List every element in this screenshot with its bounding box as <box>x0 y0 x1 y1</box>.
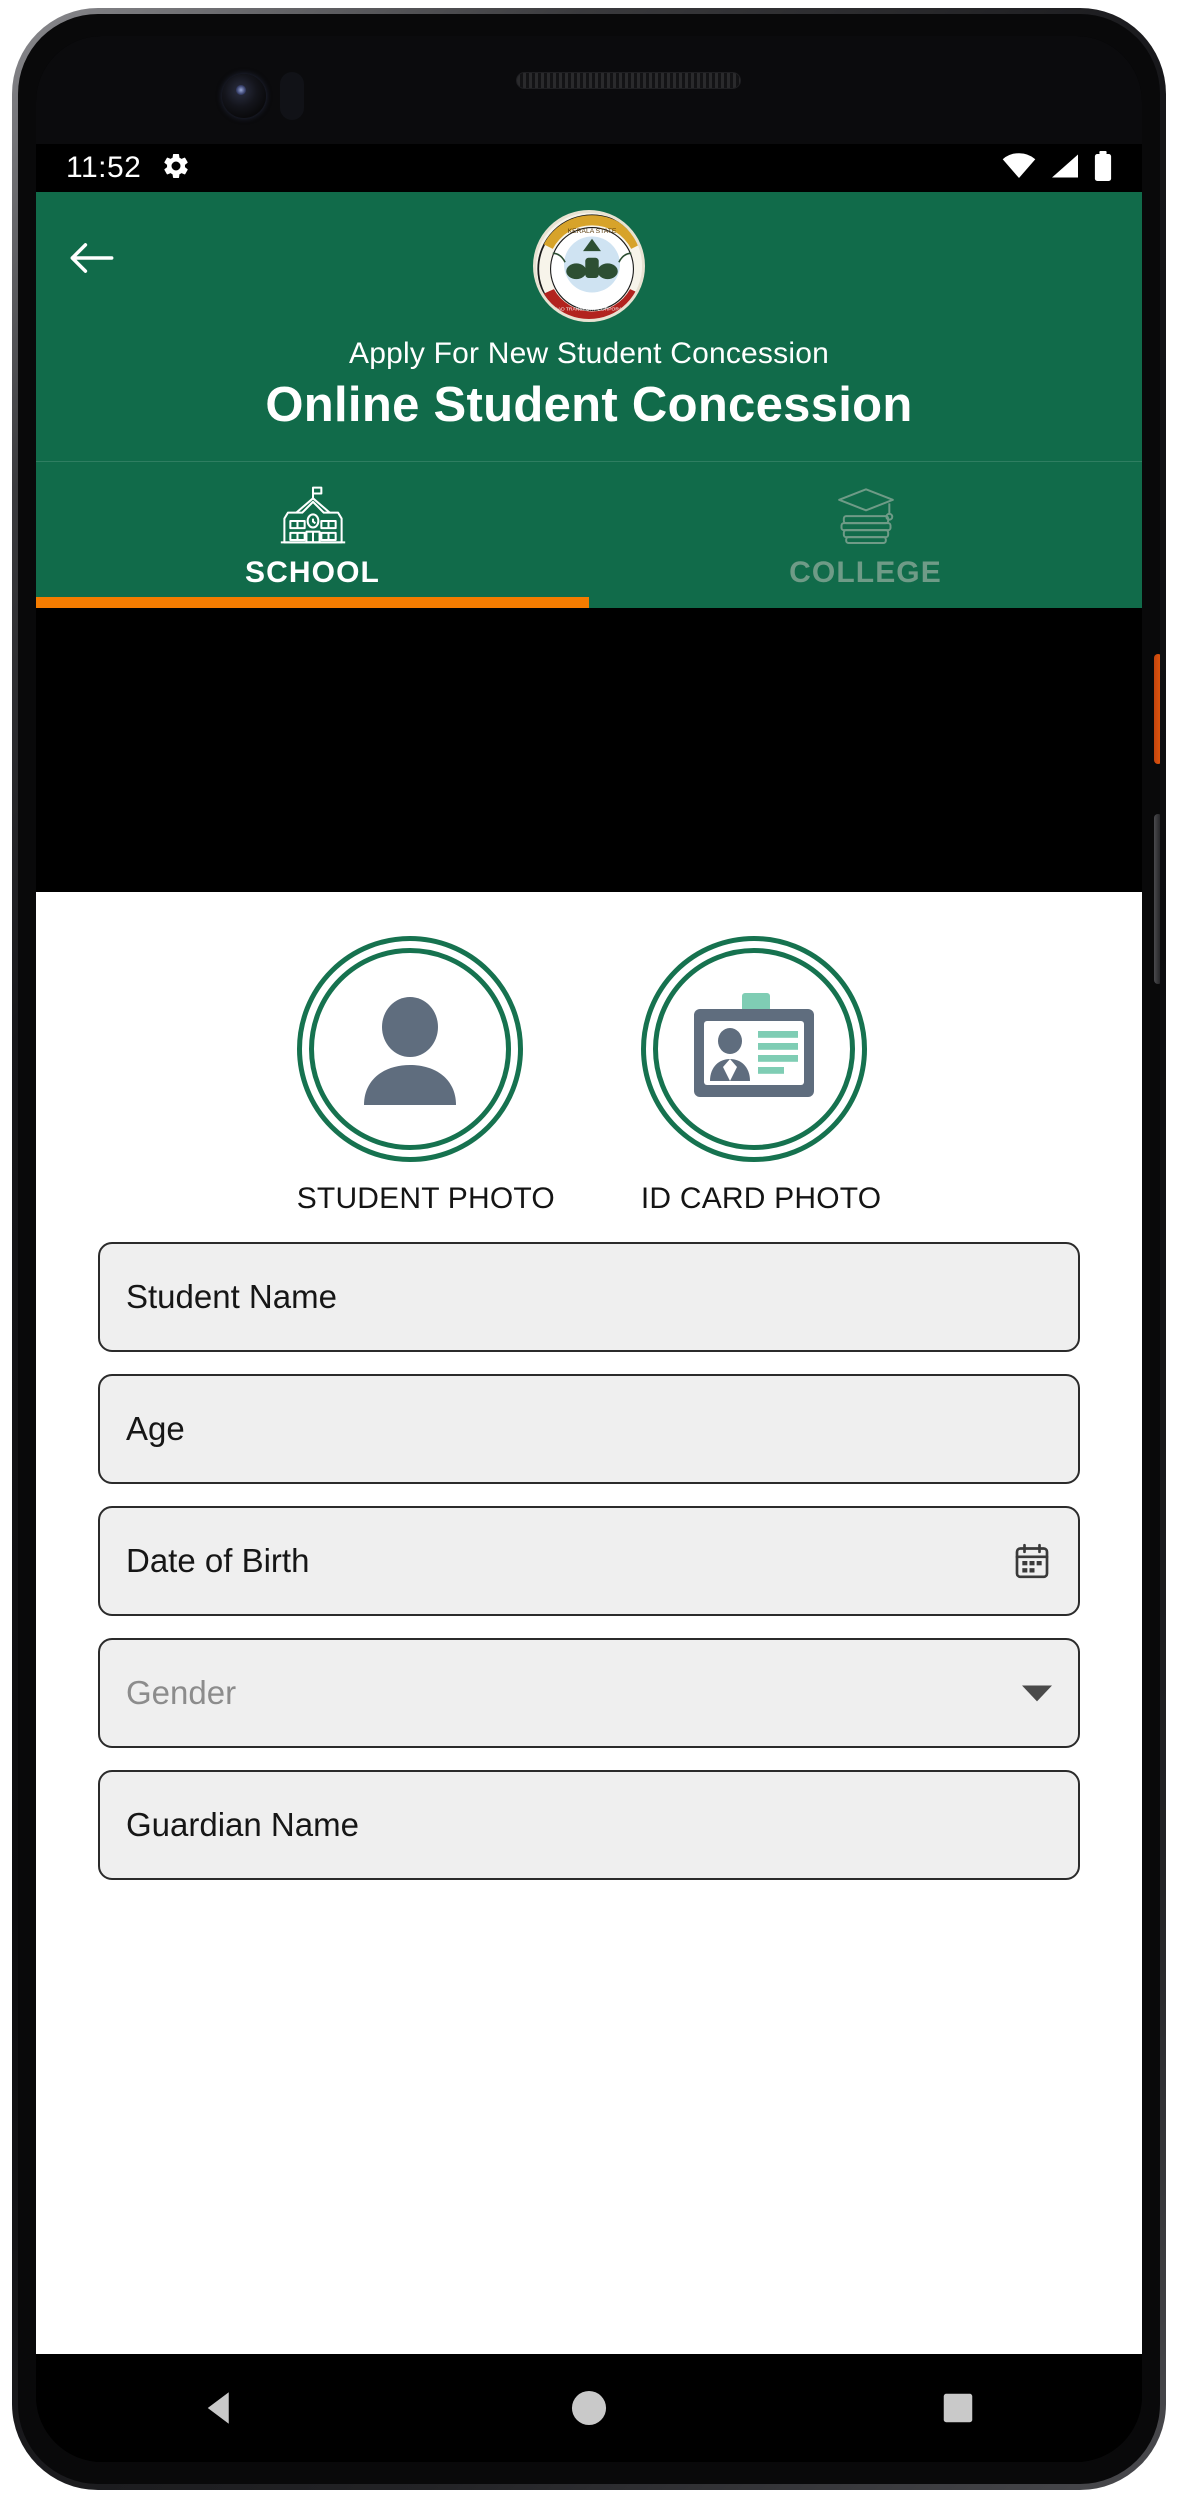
nav-back-button[interactable] <box>160 2373 280 2443</box>
tab-active-indicator <box>36 597 589 608</box>
student-name-value: Student Name <box>126 1278 337 1315</box>
battery-icon <box>1094 150 1112 186</box>
student-name-field[interactable]: Student Name <box>98 1242 1080 1352</box>
status-bar: 11:52 <box>36 144 1142 192</box>
student-photo-upload[interactable]: STUDENT PHOTO <box>296 936 555 1216</box>
device-top-hardware <box>36 36 1142 144</box>
photo-upload-row: STUDENT PHOTO ID CARD PHOTO <box>36 892 1142 1216</box>
ksrtc-emblem-logo: KERALA STATE ROAD TRANSPORT CORPORATION <box>533 210 645 322</box>
graduation-books-icon <box>589 484 1142 546</box>
calendar-icon[interactable] <box>1012 1541 1052 1581</box>
app-content: STUDENT PHOTO ID CARD PHOTO Student Name… <box>36 892 1142 2354</box>
status-bar-left: 11:52 <box>66 151 191 186</box>
id-card-photo-upload[interactable]: ID CARD PHOTO <box>640 936 882 1216</box>
status-bar-right <box>1002 150 1112 186</box>
svg-text:ROAD TRANSPORT CORPORATION: ROAD TRANSPORT CORPORATION <box>550 306 634 312</box>
triangle-back-icon <box>208 2392 230 2424</box>
person-avatar-icon <box>363 997 456 1105</box>
front-camera <box>222 74 266 118</box>
tab-bar: SCHOOL COLLEGE <box>36 461 1142 608</box>
tab-school[interactable]: SCHOOL <box>36 462 589 608</box>
age-field[interactable]: Age <box>98 1374 1080 1484</box>
id-card-photo-caption: ID CARD PHOTO <box>640 1182 882 1215</box>
date-of-birth-value: Date of Birth <box>126 1542 310 1579</box>
nav-home-button[interactable] <box>529 2373 649 2443</box>
guardian-name-field[interactable]: Guardian Name <box>98 1770 1080 1880</box>
page-title: Online Student Concession <box>265 378 913 432</box>
wifi-icon <box>1002 152 1036 184</box>
student-photo-caption: STUDENT PHOTO <box>296 1182 555 1215</box>
power-button[interactable] <box>1154 654 1160 764</box>
gender-value: Gender <box>126 1674 237 1711</box>
circle-home-icon <box>571 2390 607 2426</box>
school-building-icon <box>36 484 589 546</box>
svg-text:KERALA STATE: KERALA STATE <box>568 228 617 235</box>
gear-icon <box>161 151 191 186</box>
guardian-name-value: Guardian Name <box>126 1806 359 1843</box>
age-value: Age <box>126 1410 185 1447</box>
tab-college[interactable]: COLLEGE <box>589 462 1142 608</box>
signal-icon <box>1049 153 1081 184</box>
tab-school-label: SCHOOL <box>245 556 380 589</box>
status-clock: 11:52 <box>66 151 142 184</box>
back-button[interactable] <box>66 232 118 284</box>
arrow-left-icon <box>70 243 114 273</box>
app-header: KERALA STATE ROAD TRANSPORT CORPORATION … <box>36 192 1142 608</box>
header-subtitle: Apply For New Student Concession <box>349 337 829 370</box>
student-photo-ring <box>296 936 523 1162</box>
id-card-photo-ring <box>640 936 867 1162</box>
header-top-row: KERALA STATE ROAD TRANSPORT CORPORATION <box>36 192 1142 337</box>
student-details-form: Student Name Age Date of Birth Gender Gu… <box>36 1216 1142 1880</box>
phone-frame: 11:52 KERALA STATE ROAD TRANSPORT CORPOR… <box>12 8 1166 2490</box>
square-recents-icon <box>943 2393 972 2423</box>
date-of-birth-field[interactable]: Date of Birth <box>98 1506 1080 1616</box>
android-nav-bar <box>36 2354 1142 2462</box>
earpiece-speaker <box>516 72 741 89</box>
gender-select[interactable]: Gender <box>98 1638 1080 1748</box>
tab-college-label: COLLEGE <box>789 556 942 589</box>
phone-bezel: 11:52 KERALA STATE ROAD TRANSPORT CORPOR… <box>18 14 1160 2484</box>
nav-recents-button[interactable] <box>898 2373 1018 2443</box>
phone-screen: 11:52 KERALA STATE ROAD TRANSPORT CORPOR… <box>36 36 1142 2462</box>
chevron-down-icon[interactable] <box>1022 1683 1052 1703</box>
proximity-sensor <box>280 72 304 120</box>
id-card-icon <box>693 993 814 1097</box>
volume-button[interactable] <box>1154 814 1160 984</box>
